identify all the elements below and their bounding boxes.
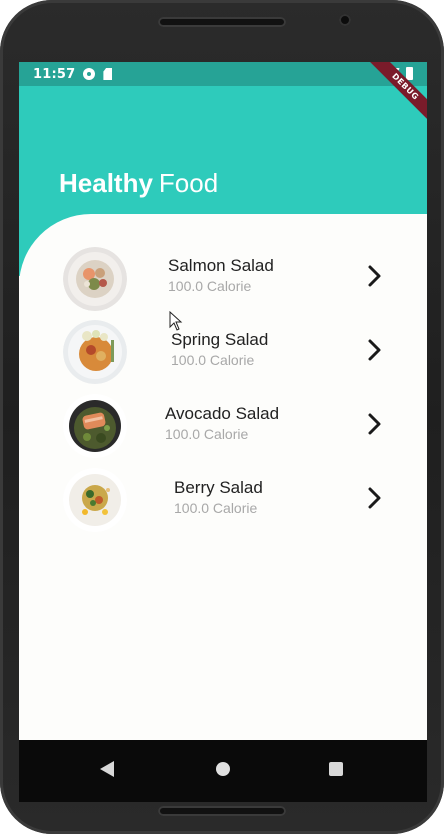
list-item-spring-salad[interactable]: Spring Salad 100.0 Calorie [19,320,427,392]
list-item-salmon-salad[interactable]: Salmon Salad 100.0 Calorie [19,247,427,318]
page-title: Healthy Food [59,168,218,199]
title-light: Food [158,168,219,198]
front-camera [339,14,351,26]
gear-icon [83,68,96,80]
back-icon[interactable] [100,761,114,777]
food-list-panel: Salmon Salad 100.0 Calorie Spring Salad … [19,214,427,802]
item-name: Spring Salad [171,330,269,349]
title-bold: Healthy [59,168,153,198]
android-nav-bar [19,740,427,802]
status-time: 11:57 [33,66,76,82]
item-calories: 100.0 Calorie [171,352,255,368]
chevron-right-icon[interactable] [365,412,385,436]
spring-salad-image [63,320,127,384]
battery-icon [406,67,413,80]
list-item-avocado-salad[interactable]: Avocado Salad 100.0 Calorie [19,394,427,466]
salmon-salad-image [63,247,127,311]
mouse-cursor-icon [169,311,183,331]
avocado-salad-image [63,394,127,458]
recent-apps-icon[interactable] [329,762,343,776]
bottom-speaker [158,806,286,816]
chevron-right-icon[interactable] [365,486,385,510]
list-item-berry-salad[interactable]: Berry Salad 100.0 Calorie [19,468,427,540]
item-name: Avocado Salad [165,404,280,423]
item-calories: 100.0 Calorie [165,426,249,442]
item-name: Salmon Salad [168,256,274,275]
item-name: Berry Salad [174,478,263,497]
item-calories: 100.0 Calorie [168,278,252,294]
status-bar: 11:57 [19,62,427,86]
app-screen: 11:57 DEBUG Healthy Food Salmon Salad 10… [19,62,427,802]
home-icon[interactable] [216,762,230,776]
berry-salad-image [63,468,127,532]
item-calories: 100.0 Calorie [174,500,258,516]
chevron-right-icon[interactable] [365,338,385,362]
chevron-right-icon[interactable] [365,264,385,288]
top-speaker [158,17,286,27]
phone-frame: 11:57 DEBUG Healthy Food Salmon Salad 10… [0,0,444,834]
sd-card-icon [103,68,113,80]
